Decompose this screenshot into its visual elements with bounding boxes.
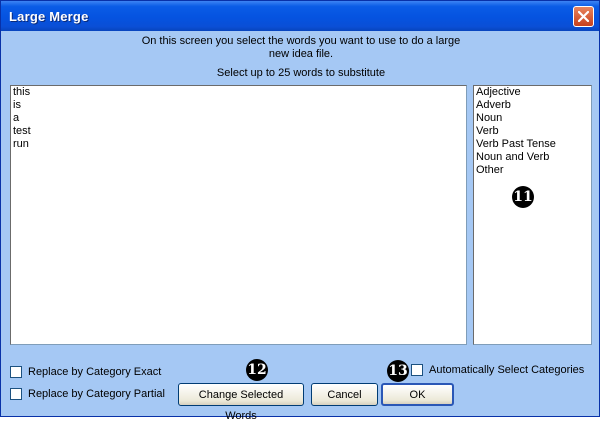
list-item[interactable]: run	[11, 138, 466, 151]
list-item[interactable]: Adverb	[474, 99, 591, 112]
callout-badge-13: 13	[387, 360, 409, 382]
callout-badge-12: 12	[246, 359, 268, 381]
instruction-line-2: new idea file.	[268, 48, 334, 60]
select-hint: Select up to 25 words to substitute	[216, 67, 386, 79]
auto-select-checkbox[interactable]	[411, 364, 423, 376]
large-merge-dialog: Large Merge On this screen you select th…	[0, 0, 600, 422]
categories-listbox[interactable]: Adjective Adverb Noun Verb Verb Past Ten…	[473, 85, 592, 345]
list-item[interactable]: this	[11, 86, 466, 99]
list-item[interactable]: Noun	[474, 112, 591, 125]
window-title: Large Merge	[9, 9, 89, 24]
replace-partial-checkbox[interactable]	[10, 388, 22, 400]
callout-badge-11: 11	[512, 186, 534, 208]
list-item[interactable]: test	[11, 125, 466, 138]
close-icon	[578, 11, 589, 22]
ok-button[interactable]: OK	[381, 383, 454, 406]
replace-partial-label: Replace by Category Partial	[28, 388, 165, 400]
list-item[interactable]: Other	[474, 164, 591, 177]
replace-exact-checkbox[interactable]	[10, 366, 22, 378]
list-item[interactable]: Adjective	[474, 86, 591, 99]
list-item[interactable]: Noun and Verb	[474, 151, 591, 164]
replace-exact-option[interactable]: Replace by Category Exact	[10, 366, 161, 378]
words-listbox[interactable]: this is a test run	[10, 85, 467, 345]
close-button[interactable]	[573, 6, 594, 27]
replace-exact-label: Replace by Category Exact	[28, 366, 162, 378]
instruction-line-1: On this screen you select the words you …	[141, 35, 461, 47]
auto-select-option[interactable]: Automatically Select Categories	[411, 364, 584, 376]
title-bar[interactable]: Large Merge	[1, 1, 599, 31]
list-item[interactable]: a	[11, 112, 466, 125]
dialog-body: On this screen you select the words you …	[5, 31, 597, 422]
list-item[interactable]: is	[11, 99, 466, 112]
cancel-button[interactable]: Cancel	[311, 383, 378, 406]
list-item[interactable]: Verb Past Tense	[474, 138, 591, 151]
list-item[interactable]: Verb	[474, 125, 591, 138]
auto-select-label: Automatically Select Categories	[429, 364, 585, 376]
change-selected-words-button[interactable]: Change Selected Words	[178, 383, 304, 422]
replace-partial-option[interactable]: Replace by Category Partial	[10, 388, 165, 400]
